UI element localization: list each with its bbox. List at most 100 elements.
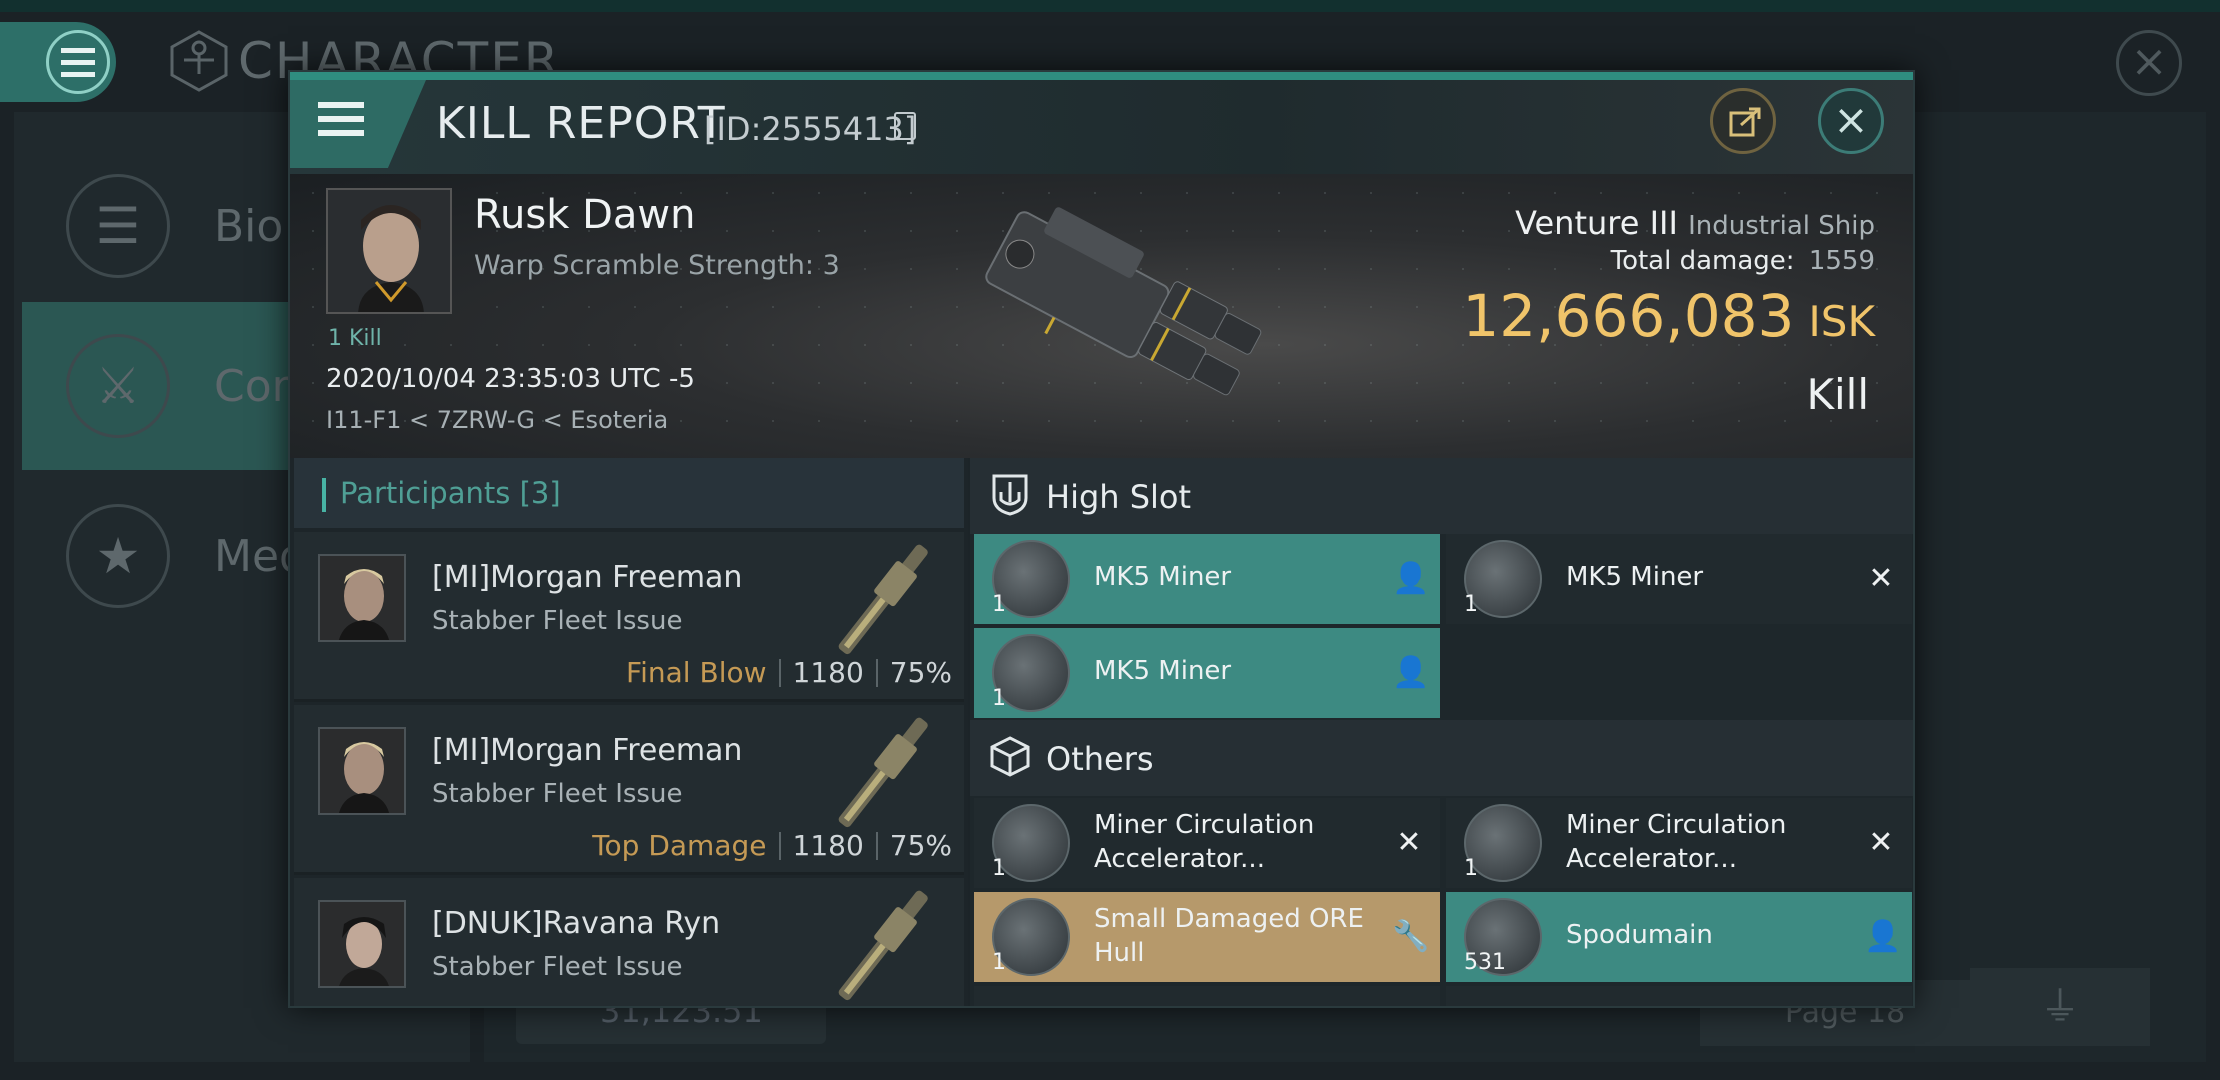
ship-name[interactable]: Venture III Industrial Ship <box>1515 204 1875 242</box>
close-icon[interactable]: × <box>1818 88 1884 154</box>
item-quantity: 1 <box>992 592 1006 617</box>
ship-class: Industrial Ship <box>1688 211 1875 241</box>
participant-portrait <box>318 554 406 642</box>
participant-ship: Stabber Fleet Issue <box>432 952 683 982</box>
fitted-items-panel: High Slot 1 MK5 Miner 👤 1 MK5 Miner ✕ 1 … <box>970 458 1913 1006</box>
item-name: Miner Circulation Accelerator... <box>1094 810 1315 874</box>
character-portrait-image <box>320 556 404 640</box>
item-name: MK5 Miner <box>1566 562 1704 592</box>
kill-location[interactable]: I11-F1 < 7ZRW-G < Esoteria <box>326 406 668 434</box>
module-item[interactable]: 1 MK5 Miner 👤 <box>974 628 1440 718</box>
character-portrait-image <box>320 902 404 986</box>
victim-banner: Rusk Dawn Warp Scramble Strength: 3 1 Ki… <box>290 174 1913 458</box>
copy-icon[interactable] <box>894 112 916 140</box>
share-icon <box>1729 107 1761 137</box>
kill-result-label: Kill <box>1806 370 1869 419</box>
participant-ship: Stabber Fleet Issue <box>432 606 683 636</box>
item-quantity: 1 <box>992 686 1006 711</box>
participant-row[interactable]: [MI]Morgan Freeman Stabber Fleet Issue T… <box>294 705 964 875</box>
character-icon <box>170 30 228 92</box>
item-name: MK5 Miner <box>1094 562 1232 592</box>
participant-row[interactable]: [MI]Morgan Freeman Stabber Fleet Issue F… <box>294 532 964 702</box>
participants-title: Participants [3] <box>340 476 561 510</box>
participant-ship: Stabber Fleet Issue <box>432 779 683 809</box>
character-portrait-image <box>328 190 450 312</box>
warp-scramble-strength: Warp Scramble Strength: 3 <box>474 250 840 281</box>
top-bar <box>0 0 2220 12</box>
hamburger-icon <box>46 30 110 94</box>
module-item[interactable]: 1 Small Damaged ORE Hull 🔧 <box>974 892 1440 982</box>
participant-name: [MI]Morgan Freeman <box>432 560 743 595</box>
item-name: MK5 Miner <box>1094 656 1232 686</box>
victim-portrait[interactable] <box>326 188 452 314</box>
final-blow-tag: Final Blow <box>626 656 767 689</box>
kill-report-window: KILL REPORT [ID:2555413] × Rusk Dawn War… <box>288 70 1915 1008</box>
participant-name: [MI]Morgan Freeman <box>432 733 743 768</box>
weapon-icon <box>838 544 928 655</box>
dropped-person-icon: 👤 <box>1392 561 1430 596</box>
isk-unit: ISK <box>1808 297 1875 346</box>
cargo-box-icon <box>990 736 1030 777</box>
participants-header: Participants [3] <box>294 458 964 528</box>
item-quantity: 1 <box>1464 592 1478 617</box>
others-header: Others <box>970 720 1913 796</box>
main-menu-button[interactable] <box>0 22 116 102</box>
weapon-icon <box>838 890 928 1001</box>
filter-icon[interactable]: ⏚ <box>1970 968 2150 1046</box>
destroyed-x-icon: ✕ <box>1868 825 1894 860</box>
sidebar-item-label: Bio <box>214 200 284 252</box>
screen-close-icon[interactable]: × <box>2116 30 2182 96</box>
destroyed-x-icon: ✕ <box>1396 825 1422 860</box>
star-badge-icon: ★ <box>66 504 170 608</box>
participant-portrait <box>318 900 406 988</box>
header-accent <box>290 72 1913 80</box>
module-item[interactable]: 531 Spodumain 👤 <box>1446 892 1912 982</box>
item-quantity: 531 <box>1464 950 1506 975</box>
participant-damage-percent: 75% <box>889 656 952 689</box>
participant-stats: Final Blow 1180 75% <box>626 656 952 689</box>
participant-damage-percent: 75% <box>889 829 952 862</box>
item-quantity: 1 <box>1464 856 1478 881</box>
top-damage-tag: Top Damage <box>592 829 767 862</box>
high-slot-header: High Slot <box>970 458 1913 534</box>
wrench-icon: 🔧 <box>1392 919 1430 954</box>
module-item[interactable]: 1 Miner Circulation Accelerator... ✕ <box>974 798 1440 888</box>
participants-panel: Participants [3] [MI]Morgan Freeman Stab… <box>290 458 968 1006</box>
participant-row[interactable]: [DNUK]Ravana Ryn Stabber Fleet Issue <box>294 878 964 1006</box>
dropped-person-icon: 👤 <box>1864 919 1902 954</box>
dropped-person-icon: 👤 <box>1392 655 1430 690</box>
character-portrait-image <box>320 729 404 813</box>
kill-datetime: 2020/10/04 23:35:03 UTC -5 <box>326 364 695 394</box>
isk-value-number: 12,666,083 <box>1462 282 1795 350</box>
ship-name-text: Venture III <box>1515 204 1678 242</box>
item-name: Small Damaged ORE Hull <box>1094 904 1364 968</box>
item-quantity: 1 <box>992 950 1006 975</box>
module-item[interactable]: 1 Miner Circulation Accelerator... ✕ <box>1446 798 1912 888</box>
module-item[interactable]: 1 MK5 Miner ✕ <box>1446 534 1912 624</box>
participant-name: [DNUK]Ravana Ryn <box>432 906 721 941</box>
victim-name[interactable]: Rusk Dawn <box>474 192 695 238</box>
share-button[interactable] <box>1710 88 1776 154</box>
participant-stats: Top Damage 1180 75% <box>592 829 952 862</box>
others-title: Others <box>1046 740 1154 778</box>
isk-value: 12,666,083 ISK <box>1462 282 1875 350</box>
item-name: Spodumain <box>1566 920 1713 950</box>
crossed-swords-icon: ⚔ <box>66 334 170 438</box>
kill-report-id: [ID:2555413] <box>704 110 917 148</box>
high-slot-shield-icon <box>992 474 1028 516</box>
module-item[interactable] <box>974 986 1440 1006</box>
module-item[interactable]: 1 MK5 Miner 👤 <box>974 534 1440 624</box>
list-icon: ☰ <box>66 174 170 278</box>
venture-ship-render <box>985 207 1262 396</box>
kill-report-title: KILL REPORT <box>436 98 726 149</box>
weapon-icon <box>838 717 928 828</box>
destroyed-x-icon: ✕ <box>1868 561 1894 596</box>
total-damage-label: Total damage: <box>1610 246 1795 276</box>
victim-kill-count: 1 Kill <box>328 326 382 351</box>
item-name: Miner Circulation Accelerator... <box>1566 810 1787 874</box>
total-damage-value: 1559 <box>1808 246 1875 276</box>
participant-portrait <box>318 727 406 815</box>
participant-damage: 1180 <box>792 829 864 862</box>
participant-damage: 1180 <box>792 656 864 689</box>
module-item[interactable] <box>1446 986 1912 1006</box>
